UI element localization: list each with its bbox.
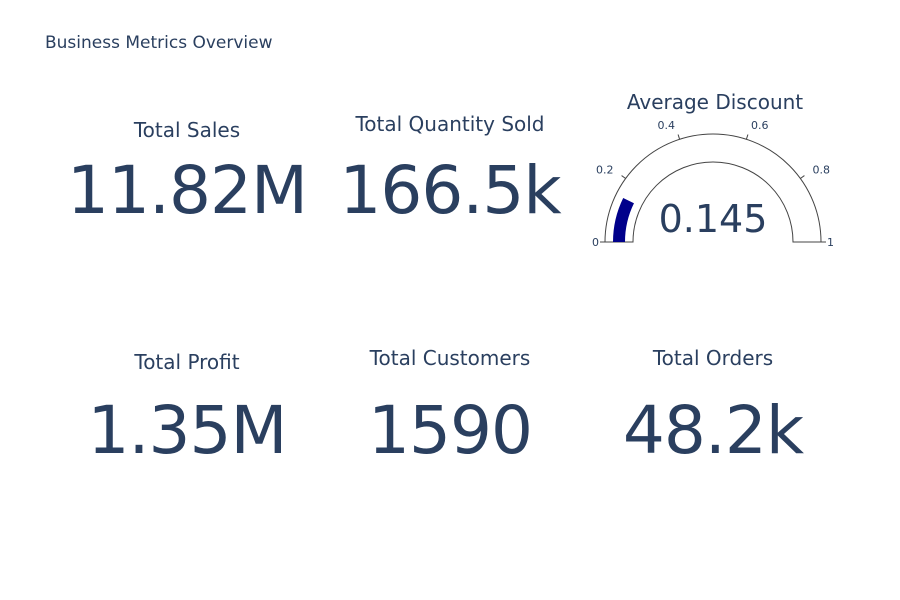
gauge-tick-label: 0.2 [596, 164, 614, 177]
indicator-value: 48.2k [622, 392, 804, 469]
indicator-title: Total Sales [133, 118, 241, 142]
indicator-total-orders: Total Orders 48.2k [583, 345, 843, 505]
indicator-total-profit: Total Profit 1.35M [57, 345, 317, 505]
indicator-value: 1590 [368, 392, 533, 469]
gauge-tick [745, 134, 749, 140]
gauge-tick-label: 0.6 [751, 119, 769, 132]
page-title: Business Metrics Overview [45, 33, 273, 53]
indicator-total-sales: Total Sales 11.82M [57, 110, 317, 270]
gauge-tick [800, 175, 805, 179]
gauge-tick [621, 175, 626, 179]
gauge-tick-label: 0 [592, 236, 599, 249]
gauge-tick [677, 134, 681, 140]
indicator-title: Total Profit [134, 350, 240, 374]
gauge-average-discount: 0 0.2 0.4 0.6 0.8 1 0.145 Average Discount [580, 88, 850, 258]
gauge-value: 0.145 [659, 197, 768, 241]
indicator-value: 1.35M [87, 392, 288, 469]
gauge-tick-label: 0.4 [657, 119, 675, 132]
indicator-title: Total Customers [369, 346, 531, 370]
gauge-tick-label: 0.8 [813, 164, 831, 177]
gauge-tick-label: 1 [827, 236, 834, 249]
indicator-value: 166.5k [339, 152, 561, 229]
indicator-total-quantity-sold: Total Quantity Sold 166.5k [320, 110, 580, 270]
indicator-title: Total Quantity Sold [355, 112, 545, 136]
indicator-title: Total Orders [652, 346, 774, 370]
indicator-total-customers: Total Customers 1590 [320, 345, 580, 505]
gauge-title: Average Discount [626, 90, 804, 114]
indicator-value: 11.82M [67, 152, 308, 229]
